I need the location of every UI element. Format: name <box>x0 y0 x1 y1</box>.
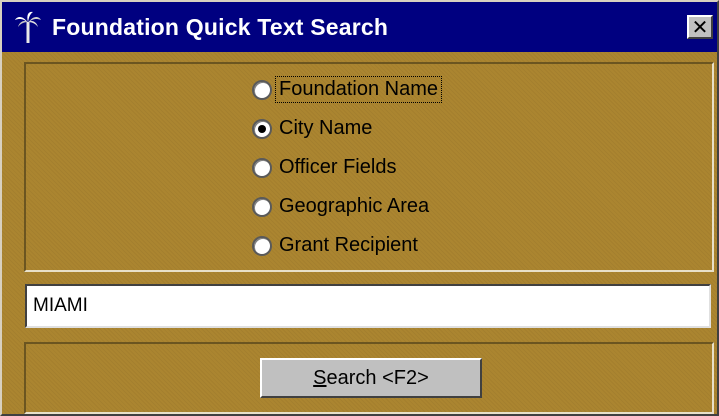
radio-option-foundation-name[interactable]: Foundation Name <box>252 70 442 109</box>
title-bar[interactable]: Foundation Quick Text Search ✕ <box>2 2 717 52</box>
radio-option-geographic-area[interactable]: Geographic Area <box>252 187 441 226</box>
radio-label: Grant Recipient <box>279 234 418 256</box>
radio-button[interactable] <box>252 118 272 139</box>
search-button[interactable]: Search <F2> <box>260 358 482 398</box>
radio-button[interactable] <box>252 157 272 178</box>
radio-selected-dot <box>258 124 266 133</box>
search-field-group: Foundation Name City Name Officer Fields Ge… <box>24 62 714 272</box>
window-title: Foundation Quick Text Search <box>52 13 389 40</box>
search-dialog: Foundation Quick Text Search ✕ Foundatio… <box>0 0 719 416</box>
radio-option-city-name[interactable]: City Name <box>252 109 441 148</box>
search-button-group: Search <F2> <box>24 342 714 414</box>
radio-label: City Name <box>279 117 373 139</box>
search-button-accelerator: S <box>313 366 327 389</box>
palm-tree-icon <box>8 5 48 49</box>
radio-option-officer-fields[interactable]: Officer Fields <box>252 148 441 187</box>
radio-label: Foundation Name <box>275 76 442 103</box>
radio-option-grant-recipient[interactable]: Grant Recipient <box>252 226 441 265</box>
close-button[interactable]: ✕ <box>687 15 713 39</box>
radio-button[interactable] <box>252 196 272 217</box>
radio-button[interactable] <box>252 79 272 100</box>
radio-button[interactable] <box>252 235 272 256</box>
search-field-options: Foundation Name City Name Officer Fields Ge… <box>252 70 442 265</box>
close-icon: ✕ <box>691 15 709 39</box>
search-text-input[interactable] <box>25 284 711 328</box>
radio-label: Geographic Area <box>279 195 430 217</box>
search-button-label: earch <F2> <box>326 366 429 389</box>
radio-label: Officer Fields <box>279 156 397 178</box>
